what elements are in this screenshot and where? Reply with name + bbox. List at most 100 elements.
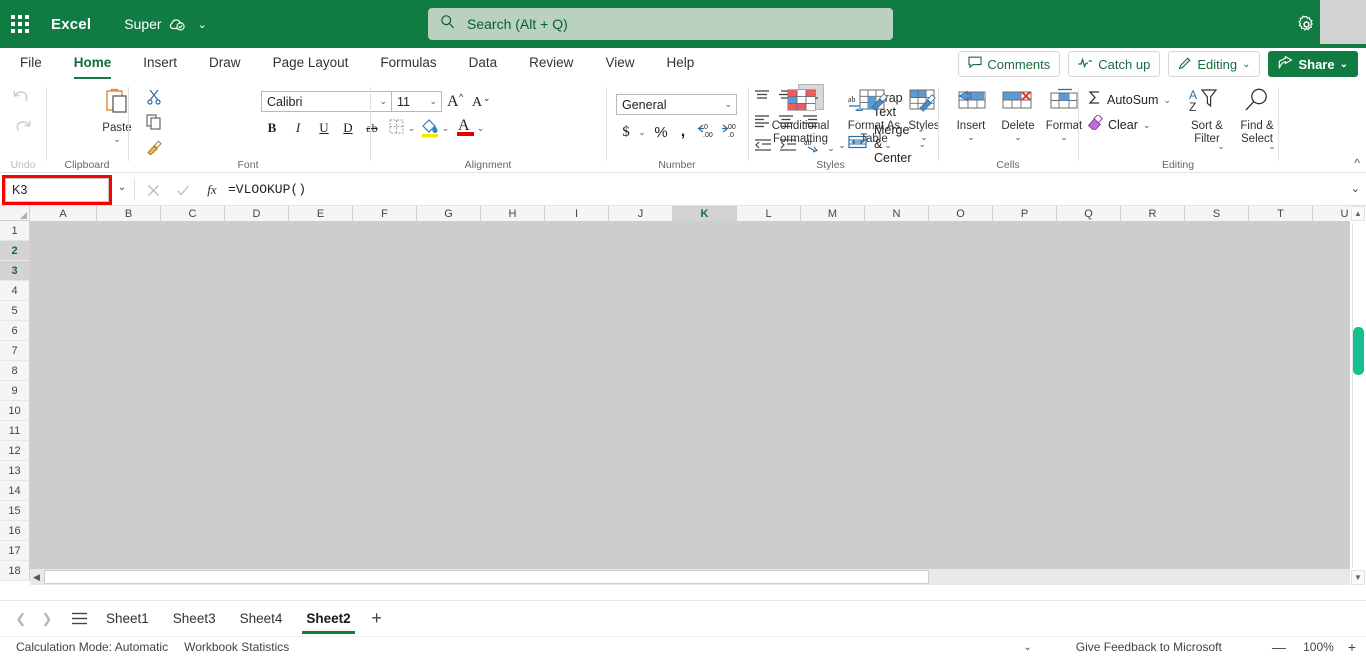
fx-icon[interactable]: fx <box>200 180 224 200</box>
row-header-1[interactable]: 1 <box>0 221 30 241</box>
row-header-7[interactable]: 7 <box>0 341 30 361</box>
format-as-table-chevron-down-icon[interactable]: ⌄ <box>882 137 894 153</box>
comments-button[interactable]: Comments <box>958 51 1061 77</box>
add-sheet-plus-icon[interactable]: + <box>363 605 391 633</box>
column-header-s[interactable]: S <box>1185 206 1249 221</box>
sheet-tab-sheet1[interactable]: Sheet1 <box>94 602 161 636</box>
column-header-f[interactable]: F <box>353 206 417 221</box>
row-header-17[interactable]: 17 <box>0 541 30 561</box>
column-header-c[interactable]: C <box>161 206 225 221</box>
collapse-ribbon-chevron-icon[interactable]: ^ <box>1354 156 1360 170</box>
previous-sheet-arrow-icon[interactable]: ❮ <box>8 606 34 632</box>
search-input[interactable]: Search (Alt + Q) <box>428 8 893 40</box>
conditional-formatting-button[interactable]: Conditional Formatting <box>758 87 843 146</box>
row-header-10[interactable]: 10 <box>0 401 30 421</box>
column-header-b[interactable]: B <box>97 206 161 221</box>
insert-cells-button[interactable]: Insert ⌄ <box>948 87 994 142</box>
clear-button[interactable]: Clear ⌄ <box>1087 113 1150 135</box>
app-launcher-icon[interactable] <box>0 0 40 48</box>
currency-chevron-down-icon[interactable]: ⌄ <box>636 123 648 141</box>
column-header-j[interactable]: J <box>609 206 673 221</box>
bold-button[interactable]: B <box>261 117 283 139</box>
select-all-corner-icon[interactable] <box>0 206 30 221</box>
horizontal-scroll-thumb[interactable] <box>44 570 929 584</box>
tab-formulas[interactable]: Formulas <box>380 49 436 80</box>
calculation-mode-status[interactable]: Calculation Mode: Automatic <box>16 640 168 654</box>
column-header-m[interactable]: M <box>801 206 865 221</box>
zoom-level-value[interactable]: 100% <box>1300 640 1334 654</box>
row-header-15[interactable]: 15 <box>0 501 30 521</box>
document-menu-chevron-down-icon[interactable]: ⌄ <box>198 18 207 31</box>
next-sheet-arrow-icon[interactable]: ❯ <box>34 606 60 632</box>
tab-insert[interactable]: Insert <box>143 49 177 80</box>
column-header-n[interactable]: N <box>865 206 929 221</box>
column-header-d[interactable]: D <box>225 206 289 221</box>
tab-view[interactable]: View <box>605 49 634 80</box>
all-sheets-hamburger-icon[interactable] <box>64 606 94 632</box>
column-header-k[interactable]: K <box>673 206 737 221</box>
status-options-chevron-down-icon[interactable]: ⌄ <box>1023 642 1031 653</box>
column-header-g[interactable]: G <box>417 206 481 221</box>
tab-draw[interactable]: Draw <box>209 49 241 80</box>
row-header-5[interactable]: 5 <box>0 301 30 321</box>
undo-arrow-icon[interactable] <box>4 81 40 111</box>
column-header-i[interactable]: I <box>545 206 609 221</box>
row-header-18[interactable]: 18 <box>0 561 30 581</box>
zoom-in-plus-icon[interactable]: + <box>1348 639 1356 655</box>
sheet-tab-sheet3[interactable]: Sheet3 <box>161 602 228 636</box>
percent-format-button[interactable]: % <box>650 121 672 143</box>
paste-chevron-down-icon[interactable]: ⌄ <box>113 135 121 144</box>
account-avatar[interactable] <box>1320 0 1366 44</box>
vertical-scroll-thumb[interactable] <box>1353 327 1364 375</box>
tab-page-layout[interactable]: Page Layout <box>273 49 349 80</box>
tab-home[interactable]: Home <box>73 49 111 80</box>
zoom-out-minus-icon[interactable]: — <box>1272 639 1286 655</box>
row-header-8[interactable]: 8 <box>0 361 30 381</box>
cancel-x-icon[interactable] <box>142 180 164 200</box>
double-underline-button[interactable]: D <box>337 117 359 139</box>
scroll-down-arrow-icon[interactable]: ▼ <box>1351 570 1365 585</box>
tab-file[interactable]: File <box>20 49 42 80</box>
row-header-14[interactable]: 14 <box>0 481 30 501</box>
grid-cells-area[interactable] <box>30 221 1350 569</box>
currency-format-button[interactable]: $ <box>616 121 636 143</box>
name-box-input[interactable]: K3 <box>5 178 109 202</box>
sort-filter-chevron-down-icon[interactable]: ⌄ <box>1215 138 1227 154</box>
decrease-decimal-button[interactable]: 00.0 <box>718 121 742 143</box>
scroll-up-arrow-icon[interactable]: ▲ <box>1351 206 1365 221</box>
column-header-q[interactable]: Q <box>1057 206 1121 221</box>
confirm-check-icon[interactable] <box>172 180 194 200</box>
row-header-13[interactable]: 13 <box>0 461 30 481</box>
row-header-6[interactable]: 6 <box>0 321 30 341</box>
share-button[interactable]: Share ⌄ <box>1268 51 1358 77</box>
tab-data[interactable]: Data <box>469 49 498 80</box>
increase-decimal-button[interactable]: 0.00 <box>694 121 718 143</box>
column-header-r[interactable]: R <box>1121 206 1185 221</box>
horizontal-scrollbar[interactable]: ◀ ▶ <box>30 569 1366 585</box>
delete-chevron-down-icon[interactable]: ⌄ <box>1014 133 1022 142</box>
vertical-scroll-track[interactable] <box>1352 223 1364 568</box>
row-header-3[interactable]: 3 <box>0 261 30 281</box>
column-header-a[interactable]: A <box>30 206 97 221</box>
row-header-9[interactable]: 9 <box>0 381 30 401</box>
vertical-scrollbar[interactable]: ▲ ▼ <box>1350 206 1366 585</box>
tab-help[interactable]: Help <box>666 49 694 80</box>
column-header-t[interactable]: T <box>1249 206 1313 221</box>
workbook-statistics-status[interactable]: Workbook Statistics <box>184 640 289 654</box>
row-header-4[interactable]: 4 <box>0 281 30 301</box>
editing-mode-button[interactable]: Editing ⌄ <box>1168 51 1261 77</box>
sheet-tab-sheet2[interactable]: Sheet2 <box>294 602 362 636</box>
comma-style-button[interactable]: , <box>674 121 692 143</box>
tab-review[interactable]: Review <box>529 49 573 80</box>
find-select-chevron-down-icon[interactable]: ⌄ <box>1266 138 1278 154</box>
sheet-tab-sheet4[interactable]: Sheet4 <box>228 602 295 636</box>
settings-gear-icon[interactable] <box>1294 12 1318 36</box>
row-header-16[interactable]: 16 <box>0 521 30 541</box>
row-header-12[interactable]: 12 <box>0 441 30 461</box>
insert-chevron-down-icon[interactable]: ⌄ <box>967 133 975 142</box>
row-header-2[interactable]: 2 <box>0 241 30 261</box>
scroll-left-arrow-icon[interactable]: ◀ <box>30 570 43 584</box>
delete-cells-button[interactable]: Delete ⌄ <box>994 87 1042 142</box>
column-header-l[interactable]: L <box>737 206 801 221</box>
italic-button[interactable]: I <box>287 117 309 139</box>
